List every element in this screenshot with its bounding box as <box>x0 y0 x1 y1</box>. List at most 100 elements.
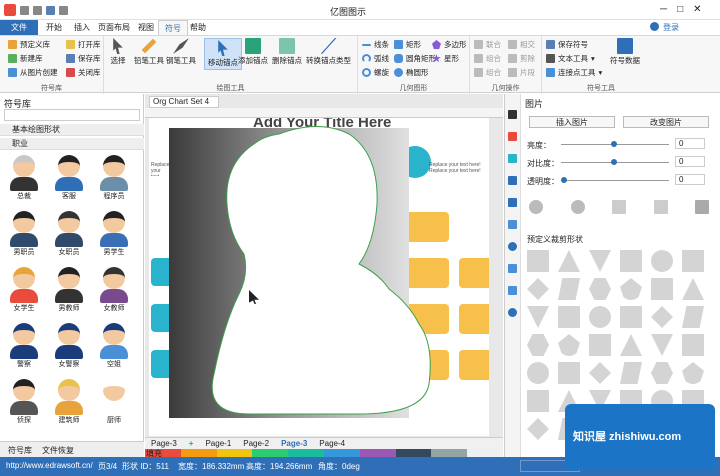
delete-anchor-button[interactable]: 删除锚点 <box>272 38 302 66</box>
swatch[interactable] <box>359 449 396 457</box>
crop-shape[interactable] <box>558 250 580 272</box>
org-box[interactable] <box>459 304 489 334</box>
crop-shape[interactable] <box>620 250 642 272</box>
crop-shape[interactable] <box>589 306 611 328</box>
crop-shape[interactable] <box>558 306 580 328</box>
transparency-slider[interactable] <box>561 177 669 183</box>
select-tool-button[interactable]: 选择 <box>110 38 126 66</box>
effect-preset[interactable] <box>612 200 626 214</box>
line-button[interactable]: 线条 <box>362 39 389 50</box>
status-url[interactable]: http://www.edrawsoft.cn/ <box>6 461 93 470</box>
save-icon[interactable] <box>46 6 55 15</box>
swatch[interactable] <box>395 449 432 457</box>
login-area[interactable]: 登录 <box>650 22 679 33</box>
fragment-button[interactable]: 片段 <box>508 67 535 78</box>
text-tool-button[interactable]: 文本工具 ▾ <box>546 53 595 64</box>
menu-home[interactable]: 开始 <box>40 20 68 35</box>
menu-layout[interactable]: 页面布局 <box>92 20 136 35</box>
undo-icon[interactable] <box>20 6 29 15</box>
symbol-person[interactable]: 男教师 <box>49 264 89 316</box>
symbol-person[interactable]: 空姐 <box>94 320 134 372</box>
crop-shape[interactable] <box>527 362 549 384</box>
symbol-person[interactable]: 总裁 <box>4 152 44 204</box>
crop-shape[interactable] <box>589 334 611 356</box>
crop-shape[interactable] <box>558 334 580 356</box>
redo-icon[interactable] <box>33 6 42 15</box>
page-tab-1[interactable]: Page-1 <box>205 439 231 448</box>
subtract-button[interactable]: 剪除 <box>508 53 535 64</box>
page-tab-4[interactable]: Page-4 <box>319 439 345 448</box>
transparency-value[interactable]: 0 <box>675 174 705 185</box>
crop-shape[interactable] <box>682 250 704 272</box>
window-controls[interactable]: ─ □ ✕ <box>660 4 702 15</box>
change-image-button[interactable]: 改变图片 <box>623 116 709 128</box>
crop-shape[interactable] <box>651 306 673 328</box>
crop-shape[interactable] <box>620 278 642 300</box>
page-tab-3[interactable]: Page-3 <box>281 439 307 448</box>
login-label[interactable]: 登录 <box>663 22 679 33</box>
crop-shape[interactable] <box>589 278 611 300</box>
crop-shape[interactable] <box>620 334 642 356</box>
arc-button[interactable]: 弧线 <box>362 53 389 64</box>
save-library-button[interactable]: 保存库 <box>66 53 101 64</box>
close-icon[interactable]: ✕ <box>693 4 701 15</box>
ellipse-button[interactable]: 椭圆形 <box>394 67 429 78</box>
effect-preset[interactable] <box>570 200 585 214</box>
create-from-image-button[interactable]: 从图片创建 <box>8 67 58 78</box>
crop-shape[interactable] <box>527 278 549 300</box>
crop-shape[interactable] <box>527 250 549 272</box>
close-library-button[interactable]: 关闭库 <box>66 67 101 78</box>
symbol-person[interactable]: 程序员 <box>94 152 134 204</box>
fill-icon[interactable] <box>508 110 517 119</box>
page-tab-2[interactable]: Page-2 <box>243 439 269 448</box>
rounded-rect-button[interactable]: 圆角矩形 <box>394 53 436 64</box>
save-symbol-button[interactable]: 保存符号 <box>546 39 588 50</box>
crop-shape[interactable] <box>651 250 673 272</box>
crop-shape[interactable] <box>620 362 642 384</box>
menu-help[interactable]: 帮助 <box>184 20 212 35</box>
quick-access-toolbar[interactable] <box>20 6 90 15</box>
group-button[interactable]: 组合 <box>474 67 501 78</box>
swatch[interactable] <box>288 449 324 457</box>
crop-shape[interactable] <box>589 362 611 384</box>
slider-thumb[interactable] <box>561 177 567 183</box>
symbol-person[interactable]: 女学生 <box>4 264 44 316</box>
crop-shape[interactable] <box>651 334 673 356</box>
anchor-path[interactable] <box>209 124 439 424</box>
contrast-value[interactable]: 0 <box>675 156 705 167</box>
line-style-icon[interactable] <box>508 132 517 141</box>
section-occupation[interactable]: 职业 <box>0 138 144 150</box>
spiral-button[interactable]: 螺旋 <box>362 67 389 78</box>
symbol-person[interactable]: 男学生 <box>94 208 134 260</box>
move-anchor-button[interactable]: 移动锚点 <box>204 38 242 70</box>
crop-shape[interactable] <box>682 334 704 356</box>
contrast-slider[interactable] <box>561 159 669 165</box>
pen-tool-button[interactable]: 钢笔工具 <box>166 38 196 66</box>
star-button[interactable]: 星形 <box>432 53 459 64</box>
symbol-data-button[interactable]: 符号数据 <box>610 38 640 66</box>
crop-shape[interactable] <box>558 362 580 384</box>
crop-shape[interactable] <box>558 278 580 300</box>
swatch[interactable] <box>180 449 217 457</box>
page[interactable]: Add Your Title Here Replace your text he… <box>149 118 489 436</box>
brightness-value[interactable]: 0 <box>675 138 705 149</box>
crop-shape[interactable] <box>527 334 549 356</box>
polygon-button[interactable]: 多边形 <box>432 39 467 50</box>
document-tab[interactable]: Org Chart Set 4 <box>149 96 219 108</box>
convert-anchor-button[interactable]: 转换锚点类型 <box>306 38 351 66</box>
crop-shape[interactable] <box>651 278 673 300</box>
connection-point-tool-button[interactable]: 连接点工具 ▾ <box>546 67 602 78</box>
tab-symbol-library[interactable]: 符号库 <box>8 445 32 456</box>
tab-file-recovery[interactable]: 文件恢复 <box>42 445 74 456</box>
symbol-person[interactable]: 厨师 <box>94 376 134 428</box>
intersect-button[interactable]: 相交 <box>508 39 535 50</box>
swatch[interactable] <box>431 449 468 457</box>
combine-button[interactable]: 组合 <box>474 53 501 64</box>
crop-shape[interactable] <box>527 418 549 440</box>
shadow-icon[interactable] <box>508 154 517 163</box>
globe-icon[interactable] <box>508 242 517 251</box>
minimize-icon[interactable]: ─ <box>660 4 667 15</box>
swatch[interactable] <box>252 449 289 457</box>
crop-shape[interactable] <box>651 362 673 384</box>
swatch[interactable] <box>467 449 503 457</box>
